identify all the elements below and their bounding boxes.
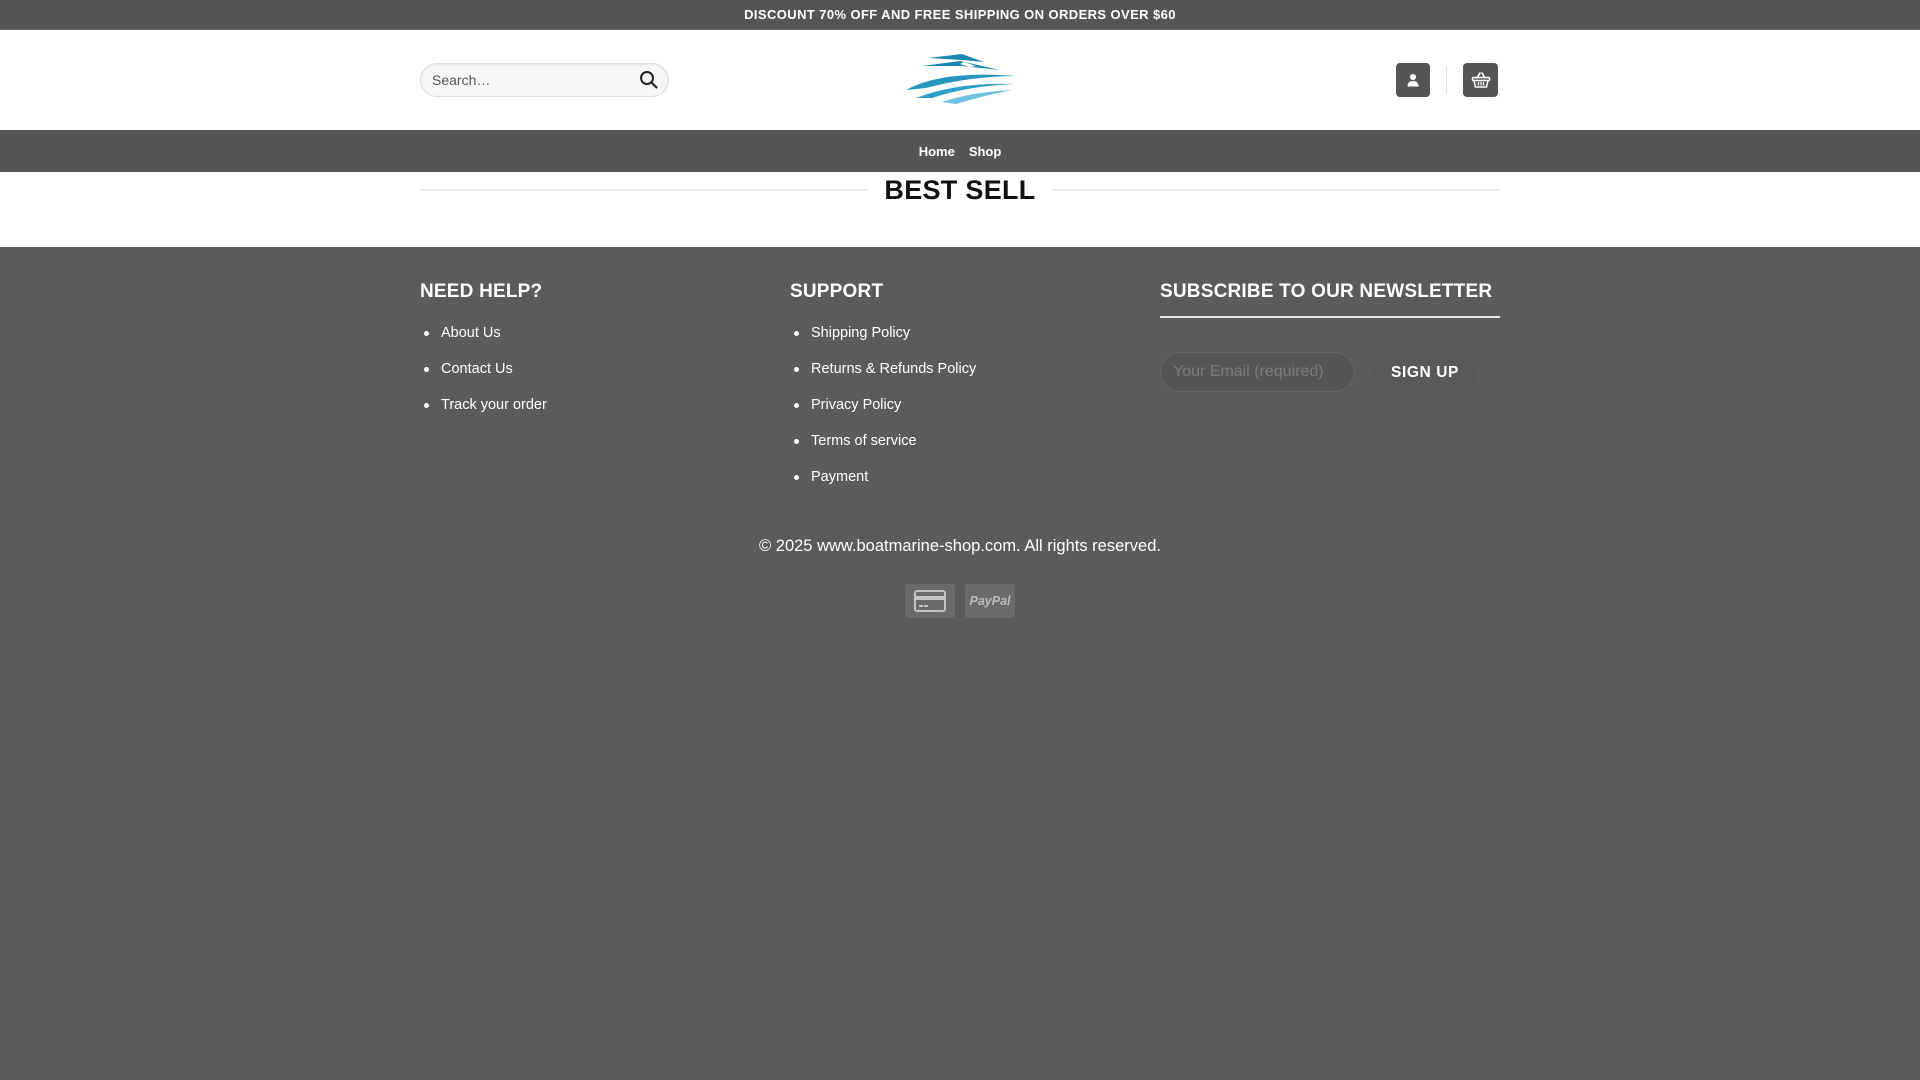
nav-home[interactable]: Home (919, 144, 955, 159)
site-header (0, 30, 1920, 130)
promo-bar: DISCOUNT 70% OFF AND FREE SHIPPING ON OR… (0, 0, 1920, 30)
newsletter-form: SIGN UP (1160, 352, 1500, 394)
site-logo[interactable] (902, 52, 1018, 104)
link-terms-of-service[interactable]: Terms of service (811, 433, 917, 449)
search-button[interactable] (638, 70, 660, 92)
link-track-order[interactable]: Track your order (441, 397, 547, 413)
link-contact-us[interactable]: Contact Us (441, 361, 513, 377)
nav-shop[interactable]: Shop (969, 144, 1002, 159)
help-title: NEED HELP? (420, 281, 543, 302)
list-item: Track your order (420, 387, 760, 423)
section-title: BEST SELL (420, 172, 1500, 208)
payment-badge-card (905, 584, 955, 618)
list-item: Terms of service (790, 423, 1130, 459)
list-item: Contact Us (420, 351, 760, 387)
email-field[interactable] (1160, 352, 1355, 392)
link-about-us[interactable]: About Us (441, 325, 501, 341)
link-payment[interactable]: Payment (811, 469, 868, 485)
payment-badge-paypal: PayPal (965, 584, 1015, 618)
header-divider (1446, 66, 1447, 94)
list-item: Shipping Policy (790, 315, 1130, 351)
basket-icon (1471, 72, 1490, 88)
credit-card-icon (914, 590, 946, 612)
list-item: Returns & Refunds Policy (790, 351, 1130, 387)
list-item: About Us (420, 315, 760, 351)
list-item: Privacy Policy (790, 387, 1130, 423)
boat-logo-icon (906, 54, 1016, 104)
list-item: Payment (790, 459, 1130, 495)
footer-help-column: NEED HELP? About Us Contact Us Track you… (420, 279, 760, 423)
paypal-label: PayPal (969, 594, 1011, 608)
search-icon (640, 71, 658, 89)
footer-support-column: SUPPORT Shipping Policy Returns & Refund… (790, 279, 1130, 495)
promo-text: DISCOUNT 70% OFF AND FREE SHIPPING ON OR… (744, 7, 1176, 22)
signup-button[interactable]: SIGN UP (1373, 353, 1477, 393)
link-privacy-policy[interactable]: Privacy Policy (811, 397, 901, 413)
site-footer: NEED HELP? About Us Contact Us Track you… (0, 247, 1920, 1080)
copyright-text: © 2025 www.boatmarine-shop.com. All righ… (759, 537, 1161, 555)
main-nav: Home Shop (0, 130, 1920, 172)
search-input[interactable] (421, 64, 631, 96)
support-links: Shipping Policy Returns & Refunds Policy… (790, 315, 1130, 495)
cart-button[interactable] (1463, 63, 1498, 97)
payment-icons: PayPal (905, 584, 1015, 618)
support-title: SUPPORT (790, 281, 884, 302)
main-content: BEST SELL (0, 172, 1920, 247)
section-title-text: BEST SELL (884, 174, 1036, 205)
link-shipping-policy[interactable]: Shipping Policy (811, 325, 910, 341)
link-returns-refunds[interactable]: Returns & Refunds Policy (811, 361, 976, 377)
search-form (420, 63, 669, 97)
user-icon (1407, 74, 1419, 87)
newsletter-title: SUBSCRIBE TO OUR NEWSLETTER (1160, 279, 1500, 318)
account-button[interactable] (1396, 63, 1430, 97)
title-divider-right (1051, 189, 1500, 191)
title-divider-left (420, 189, 869, 191)
footer-newsletter-column: SUBSCRIBE TO OUR NEWSLETTER SIGN UP (1160, 279, 1500, 394)
help-links: About Us Contact Us Track your order (420, 315, 760, 423)
